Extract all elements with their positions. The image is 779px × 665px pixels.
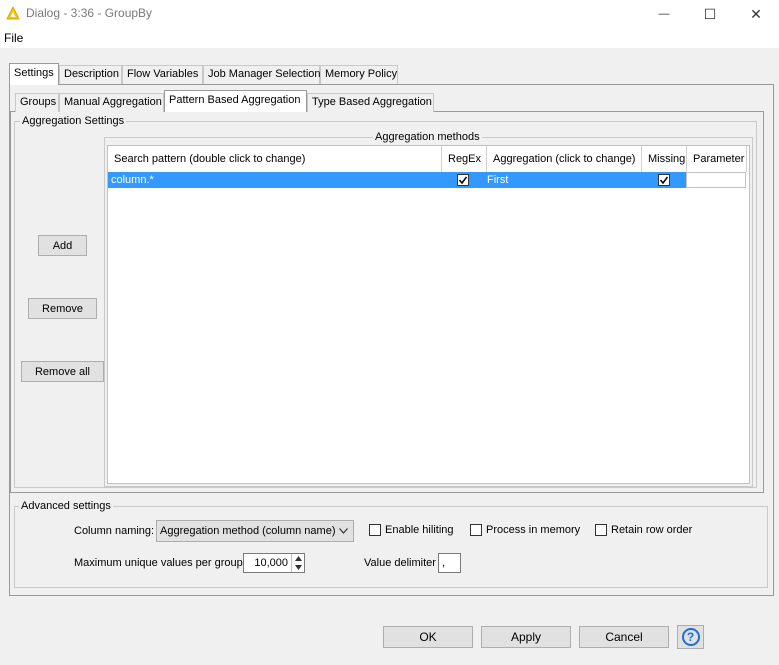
regex-checkbox[interactable] xyxy=(457,174,469,186)
max-unique-values-spinner[interactable] xyxy=(243,553,305,573)
remove-all-button[interactable]: Remove all xyxy=(21,361,104,382)
aggregation-methods-table: Search pattern (double click to change) … xyxy=(107,145,750,484)
help-button[interactable]: ? xyxy=(677,625,704,649)
column-header-aggregation[interactable]: Aggregation (click to change) xyxy=(487,146,642,172)
tab-memory-policy[interactable]: Memory Policy xyxy=(320,65,398,84)
column-header-missing[interactable]: Missing xyxy=(642,146,687,172)
tab-manual-aggregation[interactable]: Manual Aggregation xyxy=(59,93,164,112)
checkbox-box xyxy=(470,524,482,536)
menu-bar: File xyxy=(0,28,779,48)
aggregation-settings-legend: Aggregation Settings xyxy=(20,115,127,127)
tab-description[interactable]: Description xyxy=(59,65,122,84)
add-button[interactable]: Add xyxy=(38,235,87,256)
cancel-button[interactable]: Cancel xyxy=(579,626,669,648)
apply-button[interactable]: Apply xyxy=(481,626,571,648)
minimize-icon[interactable]: — xyxy=(641,0,687,28)
max-unique-values-input[interactable] xyxy=(244,554,291,572)
value-delimiter-input[interactable] xyxy=(438,553,461,573)
missing-checkbox[interactable] xyxy=(658,174,670,186)
column-header-search-pattern[interactable]: Search pattern (double click to change) xyxy=(108,146,442,172)
process-in-memory-label: Process in memory xyxy=(486,524,581,536)
tab-job-manager-selection[interactable]: Job Manager Selection xyxy=(203,65,321,84)
aggregation-cell[interactable]: First xyxy=(484,172,639,188)
tab-groups[interactable]: Groups xyxy=(15,93,59,112)
help-icon: ? xyxy=(681,628,700,646)
chevron-down-icon xyxy=(339,528,348,534)
knime-app-icon xyxy=(6,6,20,20)
remove-button[interactable]: Remove xyxy=(28,298,97,319)
max-unique-values-label: Maximum unique values per group xyxy=(74,557,243,569)
checkbox-box xyxy=(595,524,607,536)
column-header-regex[interactable]: RegEx xyxy=(442,146,487,172)
tab-flow-variables[interactable]: Flow Variables xyxy=(122,65,203,84)
pattern-cell[interactable]: column.* xyxy=(108,172,442,188)
process-in-memory-checkbox[interactable]: Process in memory xyxy=(470,524,580,536)
menu-file[interactable]: File xyxy=(4,31,23,45)
parameter-cell[interactable] xyxy=(686,172,746,188)
retain-row-order-checkbox[interactable]: Retain row order xyxy=(595,524,692,536)
checkmark-icon xyxy=(659,176,669,185)
checkbox-box xyxy=(369,524,381,536)
value-delimiter-label: Value delimiter xyxy=(364,557,436,569)
column-naming-value: Aggregation method (column name) xyxy=(160,525,336,537)
advanced-settings-group xyxy=(14,506,768,588)
tab-type-based-aggregation[interactable]: Type Based Aggregation xyxy=(307,93,434,112)
title-bar: Dialog - 3:36 - GroupBy — ☐ ✕ xyxy=(0,0,779,28)
enable-hiliting-checkbox[interactable]: Enable hiliting xyxy=(369,524,454,536)
advanced-settings-legend: Advanced settings xyxy=(19,500,113,512)
window-title: Dialog - 3:36 - GroupBy xyxy=(26,6,153,20)
spinner-up-icon[interactable] xyxy=(295,556,302,561)
ok-button[interactable]: OK xyxy=(383,626,473,648)
retain-row-order-label: Retain row order xyxy=(611,524,693,536)
checkmark-icon xyxy=(458,176,468,185)
spinner-down-icon[interactable] xyxy=(295,565,302,570)
close-icon[interactable]: ✕ xyxy=(733,0,779,28)
tab-pattern-based-aggregation[interactable]: Pattern Based Aggregation xyxy=(164,90,307,112)
tab-settings[interactable]: Settings xyxy=(9,63,59,85)
spinner-arrows[interactable] xyxy=(291,554,304,572)
column-header-parameter[interactable]: Parameter xyxy=(687,146,747,172)
column-naming-select[interactable]: Aggregation method (column name) xyxy=(156,520,354,542)
aggregation-methods-legend: Aggregation methods xyxy=(373,131,482,143)
table-row[interactable]: column.* First xyxy=(108,172,746,188)
column-naming-label: Column naming: xyxy=(74,525,155,537)
maximize-icon[interactable]: ☐ xyxy=(687,0,733,28)
enable-hiliting-label: Enable hiliting xyxy=(385,524,454,536)
